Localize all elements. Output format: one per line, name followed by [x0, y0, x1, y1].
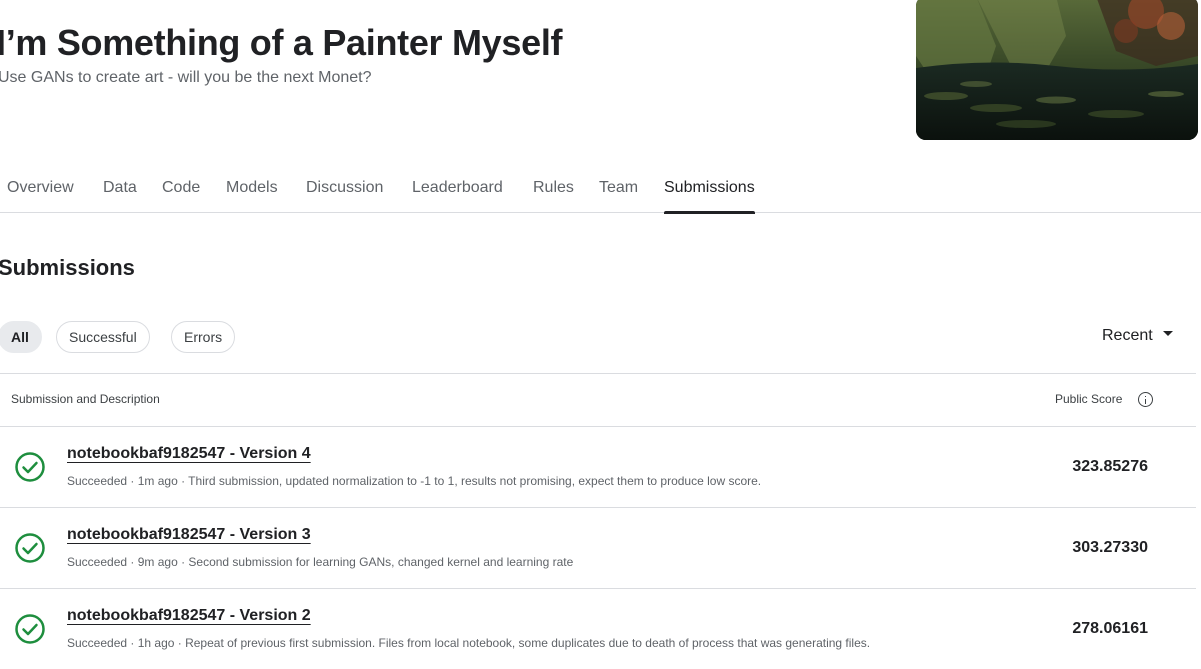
- check-circle-icon: [15, 614, 45, 644]
- competition-subtitle: Use GANs to create art - will you be the…: [0, 69, 372, 86]
- competition-title: I’m Something of a Painter Myself: [0, 22, 563, 63]
- filter-all-chip[interactable]: All: [0, 321, 42, 353]
- filter-errors-chip[interactable]: Errors: [171, 321, 236, 353]
- tab-rules[interactable]: Rules: [533, 170, 574, 213]
- table-row: notebookbaf9182547 - Version 4 Succeeded…: [0, 426, 1196, 507]
- submission-title-link[interactable]: notebookbaf9182547 - Version 2: [67, 607, 311, 625]
- tab-code[interactable]: Code: [162, 170, 200, 213]
- submission-score: 303.27330: [1072, 539, 1148, 556]
- tab-leaderboard[interactable]: Leaderboard: [412, 170, 503, 213]
- table-row: notebookbaf9182547 - Version 2 Succeeded…: [0, 588, 1196, 669]
- check-circle-icon: [15, 452, 45, 482]
- competition-header: I’m Something of a Painter Myself Use GA…: [0, 0, 1201, 170]
- sort-label: Recent: [1102, 327, 1153, 344]
- competition-banner-image: [916, 0, 1198, 140]
- banner-landscape: [916, 0, 1198, 140]
- tab-submissions[interactable]: Submissions: [664, 170, 755, 214]
- tab-team[interactable]: Team: [599, 170, 638, 213]
- submission-score: 323.85276: [1072, 458, 1148, 475]
- caret-down-icon: [1162, 331, 1173, 337]
- tab-models[interactable]: Models: [226, 170, 278, 213]
- submission-description: Succeeded · 9m ago · Second submission f…: [67, 555, 574, 569]
- table-row: notebookbaf9182547 - Version 3 Succeeded…: [0, 507, 1196, 588]
- submission-title-link[interactable]: notebookbaf9182547 - Version 4: [67, 445, 311, 463]
- column-header-public-score: Public Score: [1055, 392, 1123, 406]
- column-header-submission: Submission and Description: [11, 392, 160, 406]
- submission-title-link[interactable]: notebookbaf9182547 - Version 3: [67, 526, 311, 544]
- section-title: Submissions: [0, 255, 135, 280]
- table-divider: [0, 373, 1196, 374]
- submission-score: 278.06161: [1072, 620, 1148, 637]
- tab-overview[interactable]: Overview: [7, 170, 74, 213]
- tab-discussion[interactable]: Discussion: [306, 170, 383, 213]
- submission-description: Succeeded · 1h ago · Repeat of previous …: [67, 636, 871, 650]
- filter-successful-chip[interactable]: Successful: [56, 321, 150, 353]
- submission-description: Succeeded · 1m ago · Third submission, u…: [67, 474, 762, 488]
- tab-data[interactable]: Data: [103, 170, 137, 213]
- sort-dropdown[interactable]: Recent: [1102, 327, 1173, 345]
- check-circle-icon: [15, 533, 45, 563]
- info-icon[interactable]: [1138, 392, 1153, 407]
- competition-tabs: Overview Data Code Models Discussion Lea…: [0, 170, 1201, 214]
